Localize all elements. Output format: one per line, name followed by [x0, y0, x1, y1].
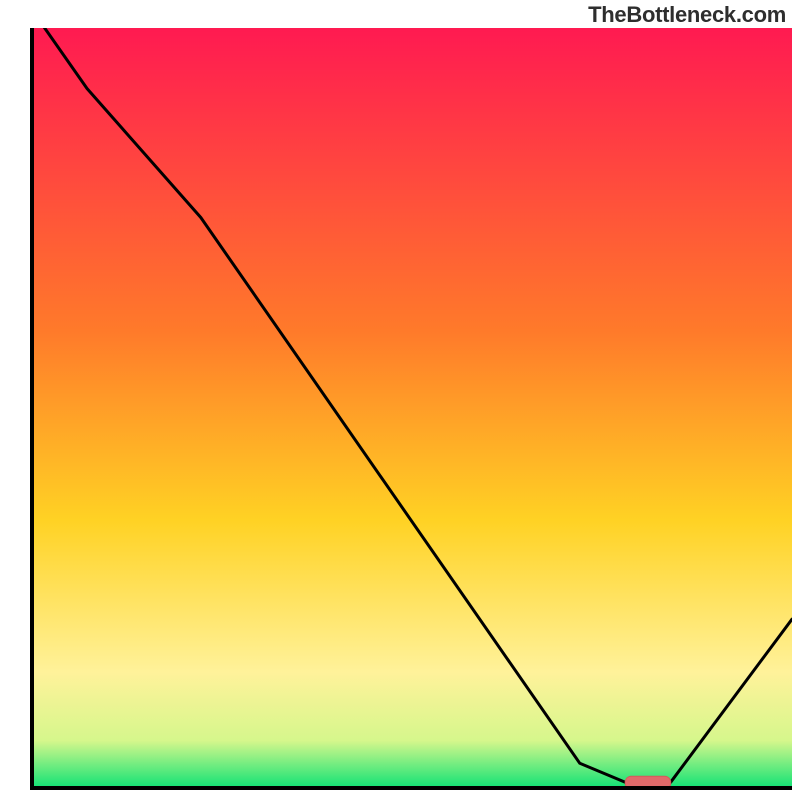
optimum-marker — [625, 776, 671, 786]
x-axis — [30, 786, 792, 790]
chart-frame: TheBottleneck.com — [0, 0, 800, 800]
plot-svg — [34, 28, 792, 786]
watermark-text: TheBottleneck.com — [588, 2, 786, 28]
gradient-background — [34, 28, 792, 786]
plot-area — [34, 28, 792, 786]
